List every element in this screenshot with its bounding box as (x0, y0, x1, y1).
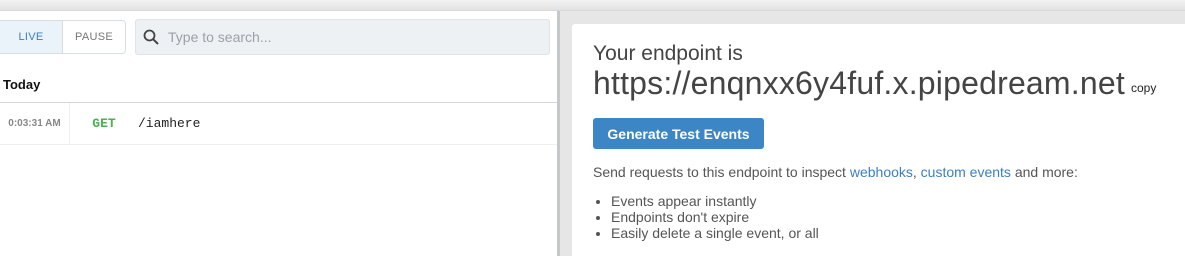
search-input[interactable] (166, 28, 549, 46)
feature-item: Events appear instantly (611, 193, 819, 209)
endpoint-url: https://enqnxx6y4fuf.x.pipedream.net (593, 65, 1125, 101)
event-stream-pane: LIVE PAUSE Today 0:03:31 AM GET /iamhere (0, 11, 557, 256)
event-method: GET (92, 116, 116, 131)
endpoint-pane: Your endpoint is https://enqnxx6y4fuf.x.… (560, 11, 1185, 256)
search-icon (136, 29, 166, 45)
top-bar (0, 0, 1185, 11)
feature-item: Easily delete a single event, or all (611, 225, 819, 241)
desc-suffix: and more: (1010, 164, 1078, 180)
event-path: /iamhere (138, 116, 201, 131)
custom-events-link[interactable]: custom events (921, 164, 1011, 180)
section-heading-today: Today (3, 77, 41, 92)
live-pause-toggle: LIVE PAUSE (0, 20, 126, 54)
desc-prefix: Send requests to this endpoint to inspec… (593, 164, 850, 180)
generate-test-events-button[interactable]: Generate Test Events (593, 118, 764, 149)
live-button[interactable]: LIVE (0, 21, 63, 53)
webhooks-link[interactable]: webhooks (850, 164, 913, 180)
endpoint-card: Your endpoint is https://enqnxx6y4fuf.x.… (572, 24, 1185, 256)
endpoint-description: Send requests to this endpoint to inspec… (593, 164, 1078, 180)
event-row[interactable]: 0:03:31 AM GET /iamhere (0, 103, 557, 145)
feature-item: Endpoints don't expire (611, 209, 819, 225)
feature-list: Events appear instantly Endpoints don't … (593, 193, 819, 241)
event-time: 0:03:31 AM (0, 103, 70, 144)
desc-comma: , (912, 164, 921, 180)
copy-button[interactable]: copy (1131, 81, 1156, 95)
search-box (135, 19, 550, 55)
endpoint-label: Your endpoint is (593, 42, 743, 65)
pause-button[interactable]: PAUSE (63, 21, 125, 53)
